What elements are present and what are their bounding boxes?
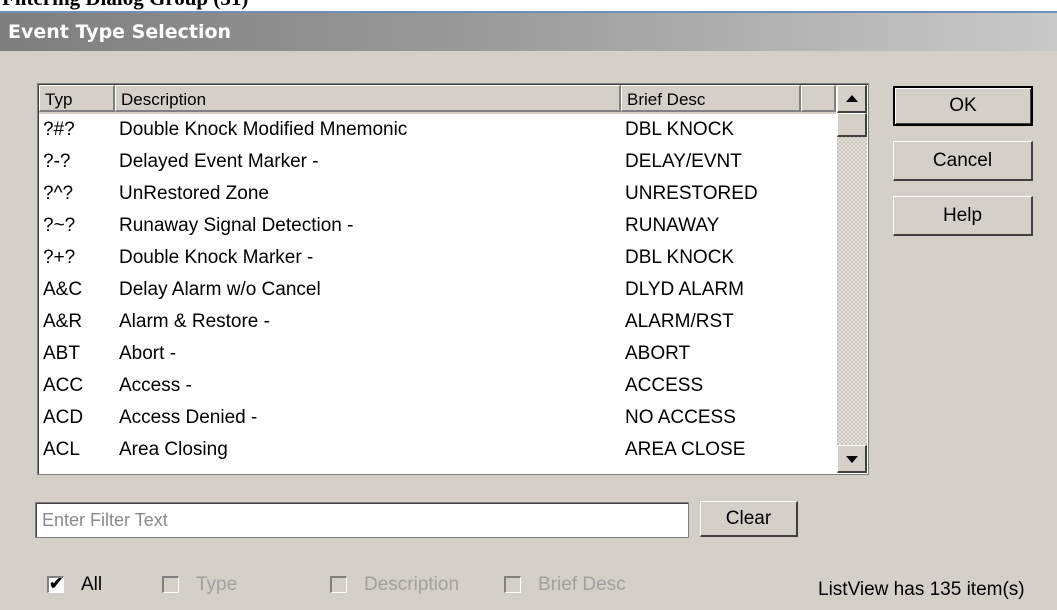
list-item[interactable]: A&R Alarm & Restore - ALARM/RST: [39, 307, 836, 339]
row-typ: ?^?: [43, 183, 74, 204]
row-typ: ABT: [43, 343, 80, 364]
dialog-titlebar[interactable]: Event Type Selection: [0, 13, 1057, 51]
row-description: Double Knock Marker -: [119, 247, 314, 268]
list-rows: ?#? Double Knock Modified Mnemonic DBL KNO…: [39, 115, 836, 473]
scroll-thumb[interactable]: [837, 113, 867, 137]
row-typ: ACL: [43, 439, 80, 460]
row-description: UnRestored Zone: [119, 183, 269, 204]
list-item[interactable]: ACD Access Denied - NO ACCESS: [39, 403, 836, 435]
checkbox-type-label[interactable]: Type: [196, 574, 237, 596]
dialog-title: Event Type Selection: [8, 21, 232, 43]
row-brief-desc: RUNAWAY: [625, 215, 720, 236]
row-brief-desc: ACCESS: [625, 375, 704, 396]
checkmark-icon: ✔: [49, 574, 64, 593]
row-description: Abort -: [119, 343, 177, 364]
row-description: Access -: [119, 375, 192, 396]
row-typ: A&R: [43, 311, 83, 332]
list-item[interactable]: ?#? Double Knock Modified Mnemonic DBL KNO…: [39, 115, 836, 147]
scroll-down-button[interactable]: [837, 445, 867, 473]
row-typ: A&C: [43, 279, 83, 300]
row-typ: ?+?: [43, 247, 76, 268]
row-typ: ACC: [43, 375, 84, 396]
arrow-down-icon: [846, 456, 858, 463]
help-button[interactable]: Help: [893, 196, 1033, 236]
checkbox-description-label[interactable]: Description: [364, 574, 459, 596]
row-description: Runaway Signal Detection -: [119, 215, 354, 236]
document-heading: Filtering Dialog Group (31): [0, 0, 1057, 10]
list-item[interactable]: ?-? Delayed Event Marker - DELAY/EVNT: [39, 147, 836, 179]
row-typ: ACD: [43, 407, 84, 428]
row-brief-desc: ALARM/RST: [625, 311, 734, 332]
list-item[interactable]: ?+? Double Knock Marker - DBL KNOCK: [39, 243, 836, 275]
row-brief-desc: AREA CLOSE: [625, 439, 746, 460]
row-typ: ?~?: [43, 215, 76, 236]
row-typ: ?-?: [43, 151, 71, 172]
event-type-list[interactable]: Typ Description Brief Desc ?#? Double Kno…: [37, 83, 869, 475]
row-description: Delay Alarm w/o Cancel: [119, 279, 321, 300]
list-item[interactable]: ABT Abort - ABORT: [39, 339, 836, 371]
clear-button[interactable]: Clear: [700, 501, 798, 537]
checkbox-brief-desc-label[interactable]: Brief Desc: [538, 574, 626, 596]
checkbox-type-box[interactable]: [162, 576, 179, 593]
column-header-description[interactable]: Description: [115, 85, 621, 112]
filter-text-input[interactable]: [35, 502, 689, 538]
row-brief-desc: UNRESTORED: [625, 183, 758, 204]
list-item[interactable]: A&C Delay Alarm w/o Cancel DLYD ALARM: [39, 275, 836, 307]
checkbox-all-label[interactable]: All: [81, 574, 102, 596]
checkbox-description-box[interactable]: [330, 576, 347, 593]
row-brief-desc: DLYD ALARM: [625, 279, 744, 300]
arrow-up-icon: [846, 95, 858, 102]
row-description: Access Denied -: [119, 407, 258, 428]
list-item[interactable]: ?^? UnRestored Zone UNRESTORED: [39, 179, 836, 211]
row-description: Alarm & Restore -: [119, 311, 270, 332]
list-item[interactable]: ACL Area Closing AREA CLOSE: [39, 435, 836, 467]
column-header-filler: [801, 85, 836, 112]
event-type-selection-dialog: Event Type Selection Typ Description Bri…: [0, 11, 1057, 610]
cancel-button[interactable]: Cancel: [893, 141, 1033, 181]
row-brief-desc: NO ACCESS: [625, 407, 736, 428]
column-header-brief-desc[interactable]: Brief Desc: [621, 85, 801, 112]
row-brief-desc: DBL KNOCK: [625, 119, 735, 140]
list-item[interactable]: ACC Access - ACCESS: [39, 371, 836, 403]
row-description: Delayed Event Marker -: [119, 151, 319, 172]
vertical-scrollbar[interactable]: [837, 85, 867, 473]
row-brief-desc: ABORT: [625, 343, 691, 364]
ok-button[interactable]: OK: [893, 86, 1033, 126]
list-header: Typ Description Brief Desc: [39, 85, 836, 114]
row-typ: ?#?: [43, 119, 75, 140]
row-brief-desc: DELAY/EVNT: [625, 151, 742, 172]
checkbox-brief-desc-box[interactable]: [504, 576, 521, 593]
list-item[interactable]: ?~? Runaway Signal Detection - RUNAWAY: [39, 211, 836, 243]
scroll-up-button[interactable]: [837, 85, 867, 113]
column-header-typ[interactable]: Typ: [39, 85, 115, 112]
status-text: ListView has 135 item(s): [818, 579, 1025, 600]
checkbox-all-box[interactable]: ✔: [47, 574, 64, 593]
row-brief-desc: DBL KNOCK: [625, 247, 735, 268]
row-description: Double Knock Modified Mnemonic: [119, 119, 408, 140]
row-description: Area Closing: [119, 439, 228, 460]
